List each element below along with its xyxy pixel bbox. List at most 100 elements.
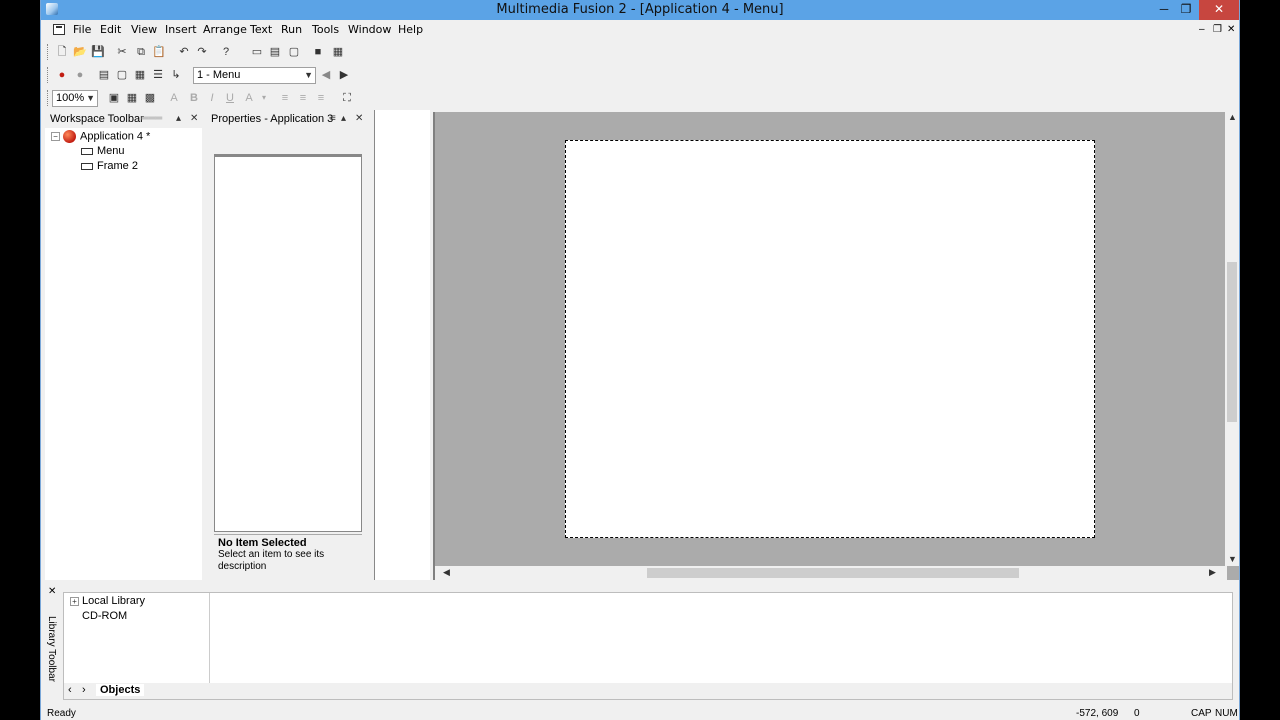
storyboard-icon[interactable]: ▭ [250,45,264,59]
menu-icon[interactable]: ≡ [330,110,336,128]
no-item-description: Select an item to see its description [218,549,325,572]
menu-run[interactable]: Run [281,23,302,36]
snap-grid-icon[interactable]: ▩ [143,91,157,105]
data-elements-icon[interactable]: ↳ [169,68,183,82]
paste-icon[interactable]: 📋 [152,45,166,59]
scroll-right-icon[interactable]: ▶ [1209,567,1216,578]
workspace-title: Workspace Toolbar [50,113,144,125]
tree-cd-rom[interactable]: CD-ROM [82,610,127,622]
event-view-icon[interactable]: ▦ [133,68,147,82]
frame-select[interactable]: 1 - Menu ▼ [193,67,316,84]
panel-grip[interactable]: ═══ [141,110,162,128]
align-right-icon[interactable]: ≡ [314,91,328,105]
chevron-down-icon: ▼ [304,70,313,80]
mdi-minimize-button[interactable]: – [1199,24,1205,35]
pin-icon[interactable]: ▴ [176,110,181,128]
collapse-icon[interactable]: − [51,132,60,141]
event-editor-icon[interactable]: ▢ [287,45,301,59]
show-grid-icon[interactable]: ▣ [107,91,121,105]
close-icon[interactable]: ✕ [190,110,198,128]
zoom-value: 100% [56,92,85,104]
menu-view[interactable]: View [131,23,157,36]
menu-edit[interactable]: Edit [100,23,121,36]
scroll-down-icon[interactable]: ▼ [1228,554,1237,564]
frame-editor-icon[interactable]: ▤ [268,45,282,59]
open-folder-icon[interactable]: 📂 [73,45,87,59]
menu-file[interactable]: File [73,23,91,36]
help-icon[interactable]: ? [219,45,233,59]
italic-button[interactable]: I [205,91,219,105]
frame-editor[interactable]: ▲ ▼ ◀ ▶ [433,112,1239,580]
expand-icon[interactable]: + [70,596,79,606]
scroll-left-icon[interactable]: ◀ [443,567,450,578]
close-icon[interactable]: ✕ [355,110,363,128]
run-frame-icon[interactable]: ● [73,68,87,82]
horizontal-scrollbar[interactable]: ◀ ▶ [435,566,1227,580]
tab-next-icon[interactable]: › [82,684,86,696]
pin-icon[interactable]: ▴ [341,110,346,128]
tab-objects[interactable]: Objects [96,684,145,696]
menu-text[interactable]: Text [250,23,272,36]
align-left-icon[interactable]: ≡ [278,91,292,105]
chevron-down-icon: ▼ [86,93,95,103]
document-icon[interactable] [53,24,65,35]
close-button[interactable]: ✕ [1199,0,1239,20]
grid-icon[interactable]: ▦ [125,91,139,105]
properties-grid[interactable] [214,154,362,532]
editor-toolbar: 100% ▼ ▣ ▦ ▩ A B I U A ▾ ≡ ≡ ≡ ⛶ [41,87,1239,109]
toolbar-grip[interactable] [47,90,50,106]
library-pane: + Local Library CD-ROM ‹ › Objects [63,592,1233,700]
scroll-thumb[interactable] [647,568,1019,578]
library-side-label: Library Toolbar [46,616,57,682]
menu-arrange[interactable]: Arrange [203,23,247,36]
menu-help[interactable]: Help [398,23,423,36]
undo-icon[interactable]: ↶ [177,45,191,59]
cut-icon[interactable]: ✂ [115,45,129,59]
event-list-icon[interactable]: ☰ [151,68,165,82]
font-icon[interactable]: A [167,91,181,105]
menu-insert[interactable]: Insert [165,23,197,36]
frame-view-icon[interactable]: ▢ [115,68,129,82]
next-frame-icon[interactable]: ▶ [337,68,351,82]
status-value: 0 [1134,708,1140,719]
restore-button[interactable]: ❐ [1173,0,1199,20]
mdi-restore-button[interactable]: ❐ [1213,24,1222,35]
tree-application[interactable]: − Application 4 * [51,130,150,143]
properties-title: Properties - Application 3 [211,113,334,125]
zoom-select[interactable]: 100% ▼ [52,90,98,107]
text-color-icon[interactable]: A [242,91,256,105]
toolbar-grip[interactable] [47,67,50,83]
vertical-scrollbar[interactable]: ▲ ▼ [1225,112,1239,566]
main-window: Multimedia Fusion 2 - [Application 4 - M… [40,0,1240,720]
properties-panel: Properties - Application 3 ≡ ▴ ✕ No Item… [206,110,369,580]
close-icon[interactable]: ✕ [48,586,56,597]
tree-frame-2[interactable]: Frame 2 [81,160,138,172]
cd-rom-label: CD-ROM [82,610,128,622]
filmstrip-icon[interactable]: ▦ [331,45,345,59]
toolbar-grip[interactable] [47,44,50,60]
align-center-icon[interactable]: ≡ [296,91,310,105]
frame-canvas[interactable] [565,140,1095,538]
scroll-thumb[interactable] [1227,262,1237,422]
fit-frame-icon[interactable]: ⛶ [340,91,354,105]
tab-prev-icon[interactable]: ‹ [68,684,72,696]
frame-label: Frame 2 [97,160,138,172]
save-icon[interactable]: 💾 [91,45,105,59]
menu-tools[interactable]: Tools [312,23,339,36]
run-application-icon[interactable]: ● [55,68,69,82]
tree-local-library[interactable]: + Local Library [70,595,145,607]
storyboard-view-icon[interactable]: ▤ [97,68,111,82]
cursor-coordinates: -572, 609 [1076,708,1119,719]
mdi-close-button[interactable]: ✕ [1227,24,1235,35]
underline-button[interactable]: U [223,91,237,105]
previous-frame-icon[interactable]: ◀ [319,68,333,82]
new-file-icon[interactable]: 🗋 [55,45,69,59]
redo-icon[interactable]: ↷ [195,45,209,59]
scroll-up-icon[interactable]: ▲ [1228,112,1237,122]
copy-icon[interactable]: ⧉ [134,45,148,59]
stop-icon[interactable]: ■ [311,45,325,59]
menu-window[interactable]: Window [348,23,391,36]
bold-button[interactable]: B [187,91,201,105]
chevron-down-icon[interactable]: ▾ [257,91,271,105]
tree-frame-menu[interactable]: Menu [81,145,125,157]
